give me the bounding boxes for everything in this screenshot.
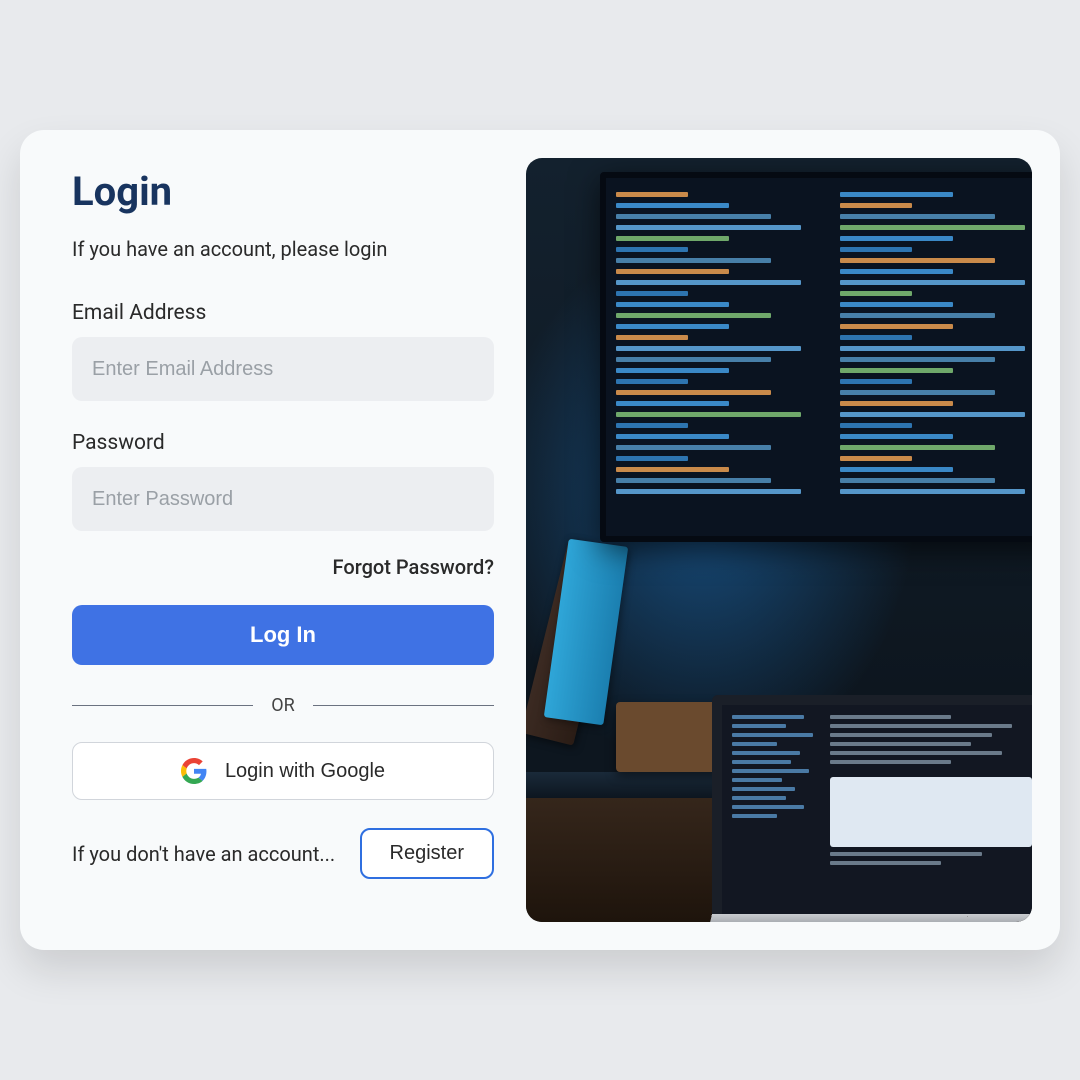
register-row: If you don't have an account... Register xyxy=(72,828,494,879)
divider: OR xyxy=(72,695,494,716)
google-button-label: Login with Google xyxy=(225,760,385,783)
password-field[interactable] xyxy=(72,467,494,531)
email-label: Email Address xyxy=(72,301,494,325)
password-label: Password xyxy=(72,431,494,455)
laptop-icon xyxy=(712,695,1032,922)
monitor-icon xyxy=(600,172,1032,542)
register-prompt: If you don't have an account... xyxy=(72,842,335,866)
email-field[interactable] xyxy=(72,337,494,401)
hero-image xyxy=(526,158,1032,922)
page-title: Login xyxy=(72,168,494,215)
login-form: Login If you have an account, please log… xyxy=(48,158,498,922)
divider-text: OR xyxy=(271,695,294,716)
google-icon xyxy=(181,758,207,784)
forgot-password-link[interactable]: Forgot Password? xyxy=(333,555,494,579)
register-button[interactable]: Register xyxy=(360,828,494,879)
login-button[interactable]: Log In xyxy=(72,605,494,665)
google-login-button[interactable]: Login with Google xyxy=(72,742,494,800)
forgot-row: Forgot Password? xyxy=(72,555,494,579)
login-card: Login If you have an account, please log… xyxy=(20,130,1060,950)
stand xyxy=(616,702,726,772)
divider-line-right xyxy=(313,705,494,706)
page-subtitle: If you have an account, please login xyxy=(72,237,494,261)
divider-line-left xyxy=(72,705,253,706)
